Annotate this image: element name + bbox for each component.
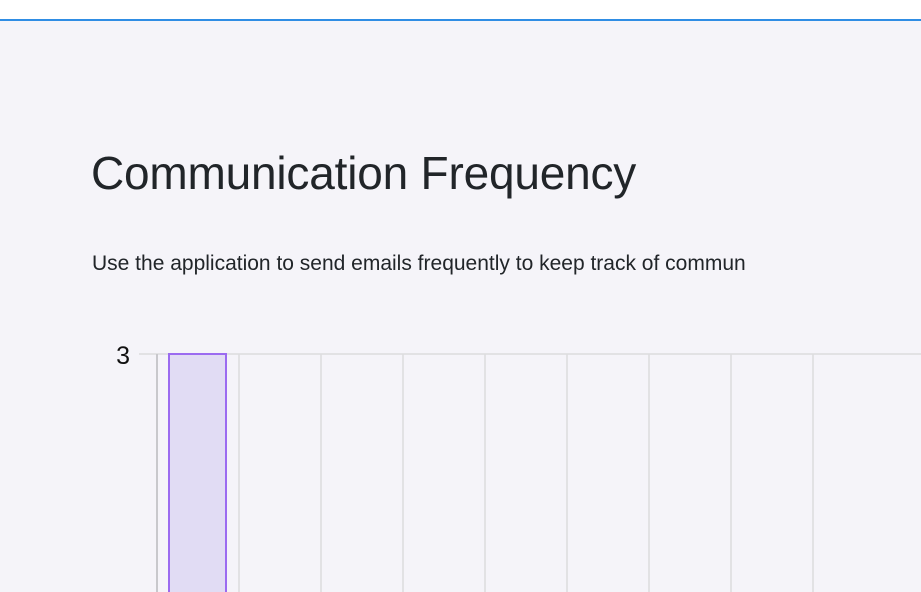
chart-bars [168,353,227,592]
page-description: Use the application to send emails frequ… [92,252,746,275]
chart-y-ticks: 3 [116,342,130,370]
y-tick-label: 3 [116,342,130,370]
top-strip [0,0,921,20]
main-content: Communication Frequency Use the applicat… [0,21,921,592]
communication-frequency-chart: 3 [116,342,921,592]
chart-grid [139,353,921,592]
chart-bar[interactable] [168,353,227,592]
page-title: Communication Frequency [91,147,637,199]
